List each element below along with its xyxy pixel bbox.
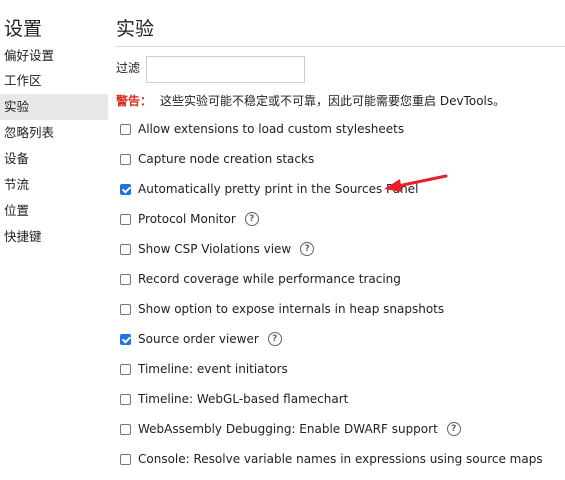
experiment-label[interactable]: Automatically pretty print in the Source… [138,182,418,196]
experiment-row: Show CSP Violations view ? [120,240,315,258]
experiment-row: Console: Resolve variable names in expre… [120,450,543,468]
experiment-row: Source order viewer ? [120,330,282,348]
filter-input[interactable] [146,56,305,83]
settings-title: 设置 [4,18,43,40]
experiment-row: Automatically pretty print in the Source… [120,180,418,198]
sidebar-item-shortcuts[interactable]: 快捷键 [0,224,108,250]
experiment-checkbox[interactable] [120,423,131,435]
experiment-checkbox[interactable] [120,363,131,375]
experiment-row: Timeline: WebGL-based flamechart [120,390,348,408]
experiment-label[interactable]: Console: Resolve variable names in expre… [138,452,543,466]
experiment-row: Record coverage while performance tracin… [120,270,401,288]
experiment-checkbox[interactable] [120,243,131,255]
experiment-label[interactable]: Source order viewer [138,332,259,346]
experiment-checkbox[interactable] [120,153,131,165]
experiment-label[interactable]: Timeline: WebGL-based flamechart [138,392,348,406]
warning-text: 这些实验可能不稳定或不可靠，因此可能需要您重启 DevTools。 [160,94,506,108]
settings-sidebar: 设置 偏好设置 工作区 实验 忽略列表 设备 节流 位置 快捷键 [0,0,108,480]
sidebar-item-workspace[interactable]: 工作区 [0,68,108,94]
experiment-row: Timeline: event initiators [120,360,288,378]
help-icon[interactable]: ? [300,242,315,256]
experiment-label[interactable]: Show CSP Violations view [138,242,291,256]
experiment-row: WebAssembly Debugging: Enable DWARF supp… [120,420,461,438]
experiment-checkbox[interactable] [120,333,131,345]
page-title: 实验 [116,18,155,40]
experiment-row: Protocol Monitor ? [120,210,259,228]
sidebar-item-locations[interactable]: 位置 [0,198,108,224]
experiment-label[interactable]: Timeline: event initiators [138,362,288,376]
experiment-checkbox[interactable] [120,393,131,405]
experiment-label[interactable]: WebAssembly Debugging: Enable DWARF supp… [138,422,438,436]
experiment-checkbox[interactable] [120,123,131,135]
sidebar-item-throttling[interactable]: 节流 [0,172,108,198]
sidebar-item-devices[interactable]: 设备 [0,146,108,172]
experiment-checkbox[interactable] [120,213,131,225]
experiment-label[interactable]: Allow extensions to load custom styleshe… [138,122,404,136]
experiment-label[interactable]: Record coverage while performance tracin… [138,272,401,286]
help-icon[interactable]: ? [267,332,282,346]
red-arrow-annotation-icon [384,174,448,192]
experiment-row: Allow extensions to load custom styleshe… [120,120,404,138]
experiment-label[interactable]: Show option to expose internals in heap … [138,302,444,316]
experiment-checkbox[interactable] [120,453,131,465]
experiment-checkbox[interactable] [120,303,131,315]
help-icon[interactable]: ? [446,422,461,436]
warning-label: 警告： [116,94,153,108]
sidebar-item-ignore-list[interactable]: 忽略列表 [0,120,108,146]
experiment-label[interactable]: Protocol Monitor [138,212,236,226]
experiment-checkbox[interactable] [120,273,131,285]
experiments-panel: 实验 过滤 警告： 这些实验可能不稳定或不可靠，因此可能需要您重启 DevTool… [116,0,565,480]
experiment-row: Show option to expose internals in heap … [120,300,444,318]
experiment-label[interactable]: Capture node creation stacks [138,152,314,166]
sidebar-item-experiments[interactable]: 实验 [0,94,108,120]
help-icon[interactable]: ? [244,212,259,226]
experiment-checkbox[interactable] [120,183,131,195]
filter-label: 过滤 [116,61,141,75]
warning-message: 警告： 这些实验可能不稳定或不可靠，因此可能需要您重启 DevTools。 [116,92,505,109]
sidebar-item-preferences[interactable]: 偏好设置 [0,43,108,69]
experiment-row: Capture node creation stacks [120,150,314,168]
title-divider [116,46,565,47]
